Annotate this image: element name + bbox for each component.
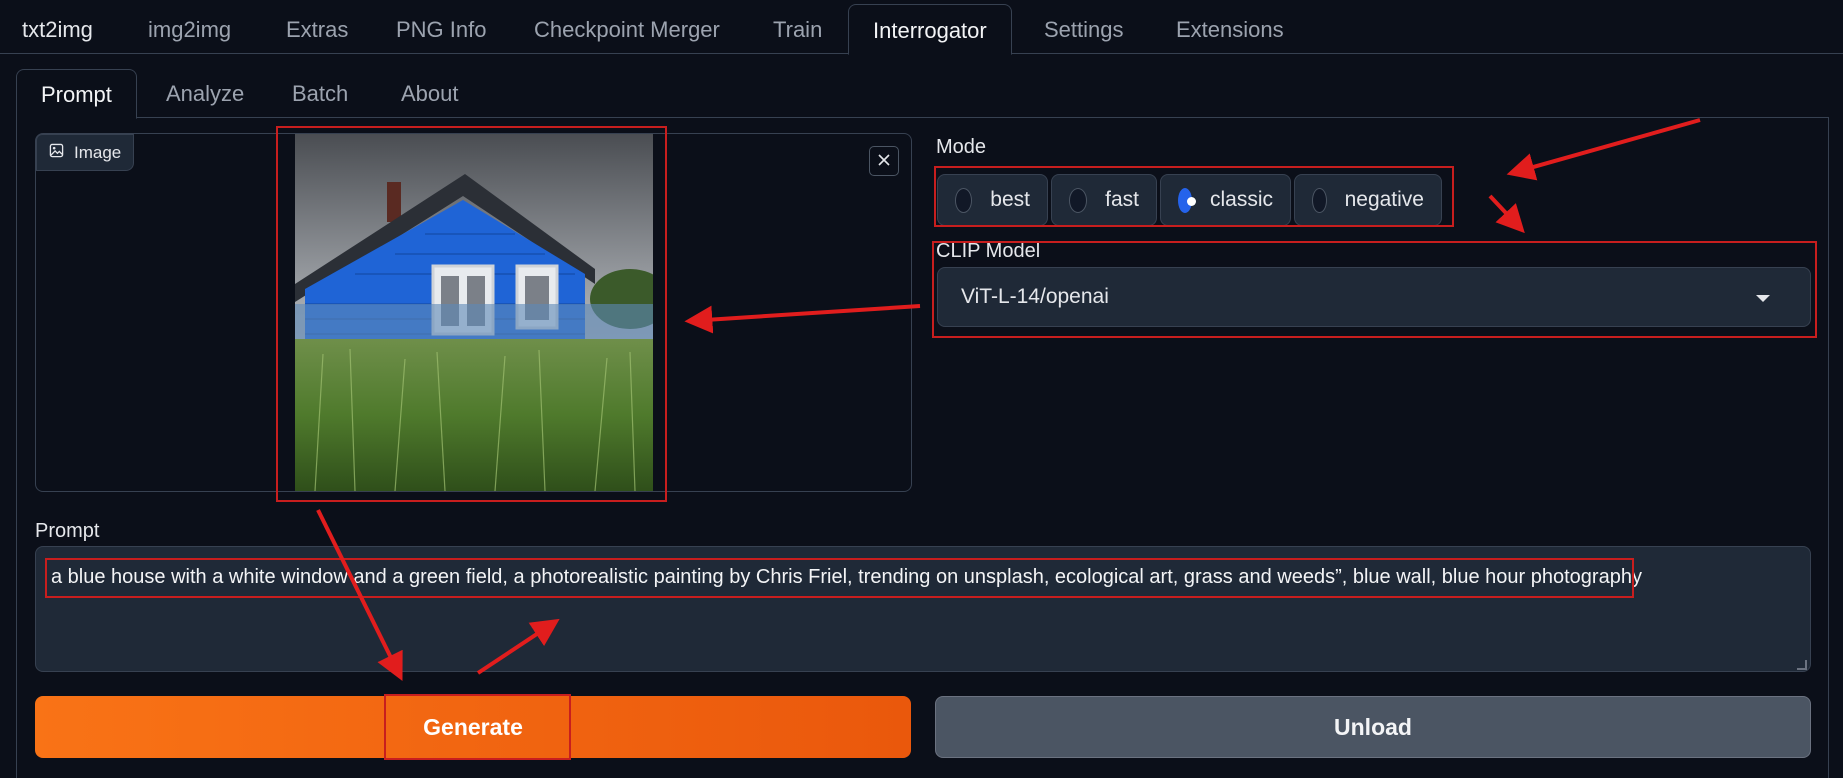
mode-option-label: classic <box>1209 188 1273 211</box>
uploaded-image <box>295 134 653 491</box>
sub-tab-bar: Prompt Analyze Batch About <box>16 69 1828 119</box>
image-icon <box>49 143 64 163</box>
tab-extras[interactable]: Extras <box>286 4 348 54</box>
mode-option-negative[interactable]: negative <box>1294 174 1442 226</box>
mode-option-classic[interactable]: classic <box>1160 174 1291 226</box>
mode-radio-group: best fast classic negative <box>937 174 1442 226</box>
tab-prompt[interactable]: Prompt <box>16 69 137 119</box>
radio-icon <box>1069 187 1088 213</box>
resize-handle-icon[interactable] <box>1797 660 1807 670</box>
radio-icon <box>955 187 973 213</box>
chevron-down-icon <box>1756 295 1770 302</box>
tab-about[interactable]: About <box>401 69 459 118</box>
generate-button[interactable]: Generate <box>35 696 911 758</box>
tab-img2img[interactable]: img2img <box>148 4 231 54</box>
close-icon <box>877 150 891 173</box>
mode-option-label: negative <box>1344 188 1424 211</box>
tab-txt2img[interactable]: txt2img <box>22 4 93 54</box>
tab-analyze[interactable]: Analyze <box>166 69 244 118</box>
clip-model-dropdown[interactable]: ViT-L-14/openai <box>937 267 1811 327</box>
mode-option-best[interactable]: best <box>937 174 1048 226</box>
image-input-label: Image <box>36 134 135 171</box>
tab-settings[interactable]: Settings <box>1044 4 1124 54</box>
tab-train[interactable]: Train <box>773 4 822 54</box>
tab-interrogator[interactable]: Interrogator <box>848 4 1012 55</box>
prompt-text: a blue house with a white window and a g… <box>51 566 1642 588</box>
prompt-label: Prompt <box>35 520 100 542</box>
mode-option-label: best <box>990 188 1030 211</box>
clear-image-button[interactable] <box>869 146 899 176</box>
image-label-text: Image <box>74 142 122 162</box>
prompt-textarea[interactable] <box>35 546 1811 672</box>
mode-label: Mode <box>936 136 987 158</box>
clip-model-value: ViT-L-14/openai <box>961 285 1109 308</box>
tab-extensions[interactable]: Extensions <box>1176 4 1284 54</box>
tab-png-info[interactable]: PNG Info <box>396 4 486 54</box>
mode-option-label: fast <box>1105 188 1139 211</box>
unload-button[interactable]: Unload <box>935 696 1811 758</box>
radio-selected-icon <box>1178 187 1196 213</box>
radio-icon <box>1312 187 1327 213</box>
tab-batch[interactable]: Batch <box>292 69 348 118</box>
tab-checkpoint-merger[interactable]: Checkpoint Merger <box>534 4 720 54</box>
main-tab-bar: txt2img img2img Extras PNG Info Checkpoi… <box>0 0 1843 55</box>
mode-option-fast[interactable]: fast <box>1051 174 1157 226</box>
clip-model-label: CLIP Model <box>936 240 1041 262</box>
